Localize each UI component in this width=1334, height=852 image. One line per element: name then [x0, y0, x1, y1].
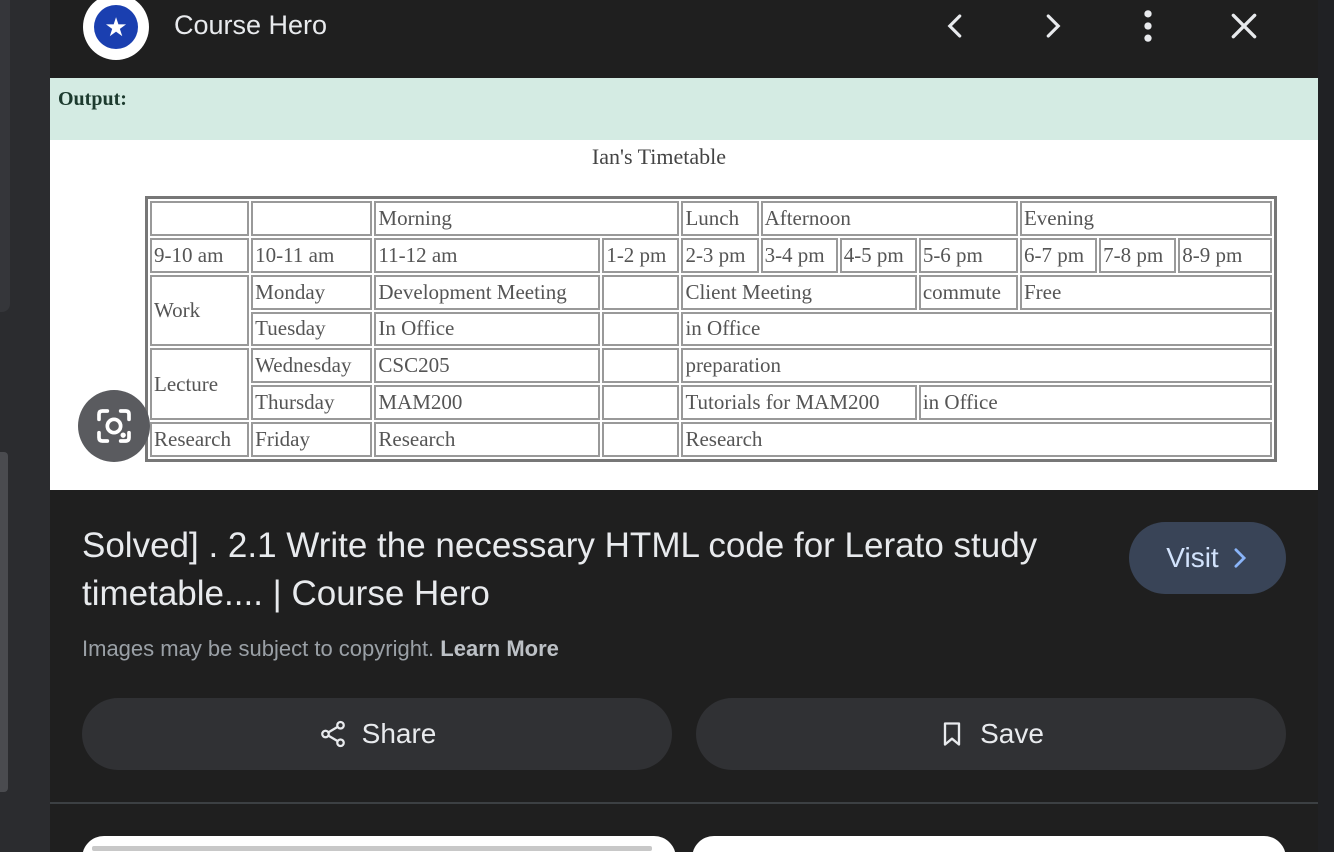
timetable-cell	[602, 311, 680, 347]
timetable-cell	[150, 201, 250, 236]
timetable-cell	[602, 348, 680, 384]
output-label: Output:	[58, 88, 127, 110]
timetable-cell: 2-3 pm	[681, 237, 759, 273]
timetable-cell: 1-2 pm	[602, 237, 680, 273]
timetable-cell: CSC205	[374, 348, 601, 384]
timetable-row: Work Monday Development Meeting Client Meet…	[150, 274, 1272, 347]
timetable-cell: Work	[150, 274, 250, 347]
background-panel-edge	[0, 0, 10, 312]
visit-button[interactable]: Visit	[1129, 522, 1286, 594]
star-icon: ★	[94, 5, 138, 49]
timetable-title: Ian's Timetable	[591, 144, 727, 169]
image-preview[interactable]: Output: Ian's Timetable Morning Lunch Afte…	[50, 78, 1318, 490]
timetable: Morning Lunch Afternoon Evening 9-10 am 10-11…	[148, 199, 1274, 459]
timetable-cell: 5-6 pm	[918, 237, 1018, 273]
timetable-cell: preparation	[681, 348, 1272, 384]
timetable-row: 9-10 am 10-11 am 11-12 am 1-2 pm 2-3 pm 3-4 p…	[150, 237, 1272, 273]
timetable-cell: Research	[374, 422, 601, 457]
lens-search-button[interactable]	[78, 390, 150, 462]
timetable-cell: 8-9 pm	[1178, 237, 1272, 273]
timetable-cell: in Office	[681, 311, 1272, 347]
timetable-cell: Lunch	[681, 201, 759, 236]
timetable-cell: 3-4 pm	[760, 237, 838, 273]
timetable-cell: in Office	[918, 385, 1272, 421]
timetable-cell: Thursday	[251, 385, 373, 421]
timetable-row: Lecture Wednesday CSC205 preparation	[150, 348, 1272, 421]
timetable-cell: MAM200	[374, 385, 601, 421]
previous-button[interactable]	[932, 2, 980, 50]
close-button[interactable]	[1220, 2, 1268, 50]
timetable-cell: Free	[1019, 274, 1272, 310]
timetable-cell: 4-5 pm	[839, 237, 917, 273]
timetable-cell: Wednesday	[251, 348, 373, 384]
timetable-cell: commute	[918, 274, 1018, 310]
timetable-cell	[602, 274, 680, 310]
timetable-cell: Tutorials for MAM200	[681, 385, 917, 421]
related-result-card[interactable]	[692, 836, 1286, 852]
timetable-cell: 9-10 am	[150, 237, 250, 273]
timetable-cell: Client Meeting	[681, 274, 917, 310]
share-label: Share	[361, 718, 437, 749]
timetable-row: Tuesday In Office in Office	[150, 311, 1272, 347]
timetable-cell: Friday	[251, 422, 373, 457]
panel-gutter	[1318, 0, 1334, 852]
visit-label: Visit	[1166, 542, 1219, 573]
timetable-row: Research Friday Research Research	[150, 422, 1272, 457]
save-label: Save	[980, 718, 1044, 749]
timetable-cell: Research	[681, 422, 1272, 457]
timetable-cell: Morning	[374, 201, 680, 236]
more-vert-icon	[1144, 10, 1152, 42]
timetable-cell: Tuesday	[251, 311, 373, 347]
timetable-cell: Monday	[251, 274, 373, 310]
share-icon	[320, 720, 345, 748]
next-button[interactable]	[1028, 2, 1076, 50]
timetable-cell: 10-11 am	[251, 237, 373, 273]
more-options-button[interactable]	[1124, 2, 1172, 50]
related-result-thumbnail	[92, 846, 652, 851]
lens-icon	[97, 409, 131, 443]
timetable-cell: Lecture	[150, 348, 250, 421]
timetable-cell: 11-12 am	[374, 237, 601, 273]
timetable-cell: Research	[150, 422, 250, 457]
timetable-cell: Evening	[1019, 201, 1272, 236]
timetable-cell: In Office	[374, 311, 601, 347]
copyright-notice: Images may be subject to copyright. Lear…	[82, 636, 559, 662]
learn-more-link[interactable]: Learn More	[440, 636, 559, 661]
close-icon	[1231, 13, 1257, 39]
bookmark-icon	[943, 722, 961, 746]
timetable-cell: 6-7 pm	[1019, 237, 1098, 273]
background-page-strip	[0, 0, 50, 852]
timetable-cell	[602, 385, 680, 421]
share-button[interactable]: Share	[82, 698, 672, 770]
result-title[interactable]: Solved] . 2.1 Write the necessary HTML c…	[82, 522, 1092, 618]
timetable-cell	[602, 422, 680, 457]
chevron-right-icon	[1046, 14, 1061, 38]
copyright-text: Images may be subject to copyright.	[82, 636, 435, 661]
timetable-cell: Development Meeting	[374, 274, 601, 310]
section-divider	[50, 802, 1318, 804]
timetable-row: Thursday MAM200 Tutorials for MAM200 in Off…	[150, 385, 1272, 421]
related-result-card[interactable]	[82, 836, 676, 852]
chevron-right-icon	[1234, 548, 1246, 568]
timetable-cell	[251, 201, 373, 236]
save-button[interactable]: Save	[696, 698, 1286, 770]
scrollbar[interactable]	[0, 452, 8, 792]
timetable-frame: Morning Lunch Afternoon Evening 9-10 am 10-11…	[145, 196, 1277, 462]
timetable-cell: 7-8 pm	[1099, 237, 1177, 273]
site-name[interactable]: Course Hero	[174, 10, 327, 41]
timetable-row: Morning Lunch Afternoon Evening	[150, 201, 1272, 236]
output-band	[50, 78, 1318, 140]
chevron-left-icon	[947, 14, 962, 38]
timetable-cell: Afternoon	[760, 201, 1018, 236]
